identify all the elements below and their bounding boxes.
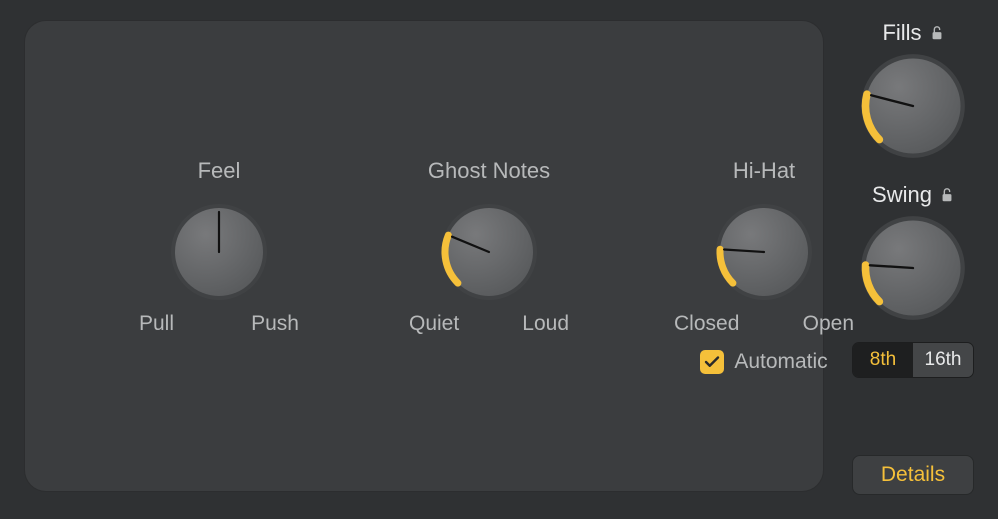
knob-labels-feel: Pull Push — [139, 312, 299, 336]
checkmark-icon — [703, 353, 721, 371]
ghost-min-label: Quiet — [409, 312, 459, 336]
hihat-automatic-row[interactable]: Automatic — [700, 350, 827, 374]
swing-subdivision-toggle[interactable]: 8th 16th — [852, 342, 974, 378]
lock-open-icon[interactable] — [940, 187, 954, 203]
hihat-knob[interactable] — [714, 202, 814, 302]
knob-title-feel: Feel — [198, 158, 241, 184]
feel-min-label: Pull — [139, 312, 174, 336]
hihat-automatic-label: Automatic — [734, 350, 827, 374]
ghost-notes-knob[interactable] — [439, 202, 539, 302]
ghost-max-label: Loud — [522, 312, 569, 336]
hihat-max-label: Open — [803, 312, 854, 336]
swing-option-8th[interactable]: 8th — [853, 343, 913, 377]
fills-title: Fills — [882, 20, 921, 46]
knob-unit-hihat: Hi-Hat Closed Open Automatic — [679, 158, 849, 374]
knob-title-ghost-notes: Ghost Notes — [428, 158, 550, 184]
knob-unit-feel: Feel Pull Push — [139, 158, 299, 374]
knob-unit-ghost-notes: Ghost Notes Quiet Loud — [409, 158, 569, 374]
feel-knob[interactable] — [169, 202, 269, 302]
knob-row: Feel Pull Push Ghost Notes — [24, 158, 824, 374]
hihat-automatic-checkbox[interactable] — [700, 350, 724, 374]
swing-knob[interactable] — [859, 214, 967, 322]
knob-labels-hihat: Closed Open — [674, 312, 854, 336]
knob-title-hihat: Hi-Hat — [733, 158, 795, 184]
drummer-detail-panel: Feel Pull Push Ghost Notes — [24, 20, 824, 492]
fills-knob[interactable] — [859, 52, 967, 160]
details-button[interactable]: Details — [852, 455, 974, 495]
swing-option-16th[interactable]: 16th — [913, 343, 973, 377]
side-column: Fills Swing — [846, 20, 980, 499]
feel-max-label: Push — [251, 312, 299, 336]
swing-title: Swing — [872, 182, 932, 208]
fills-title-row: Fills — [882, 20, 943, 46]
knob-labels-ghost-notes: Quiet Loud — [409, 312, 569, 336]
hihat-min-label: Closed — [674, 312, 739, 336]
details-button-label: Details — [881, 463, 945, 487]
lock-open-icon[interactable] — [930, 25, 944, 41]
swing-title-row: Swing — [872, 182, 954, 208]
